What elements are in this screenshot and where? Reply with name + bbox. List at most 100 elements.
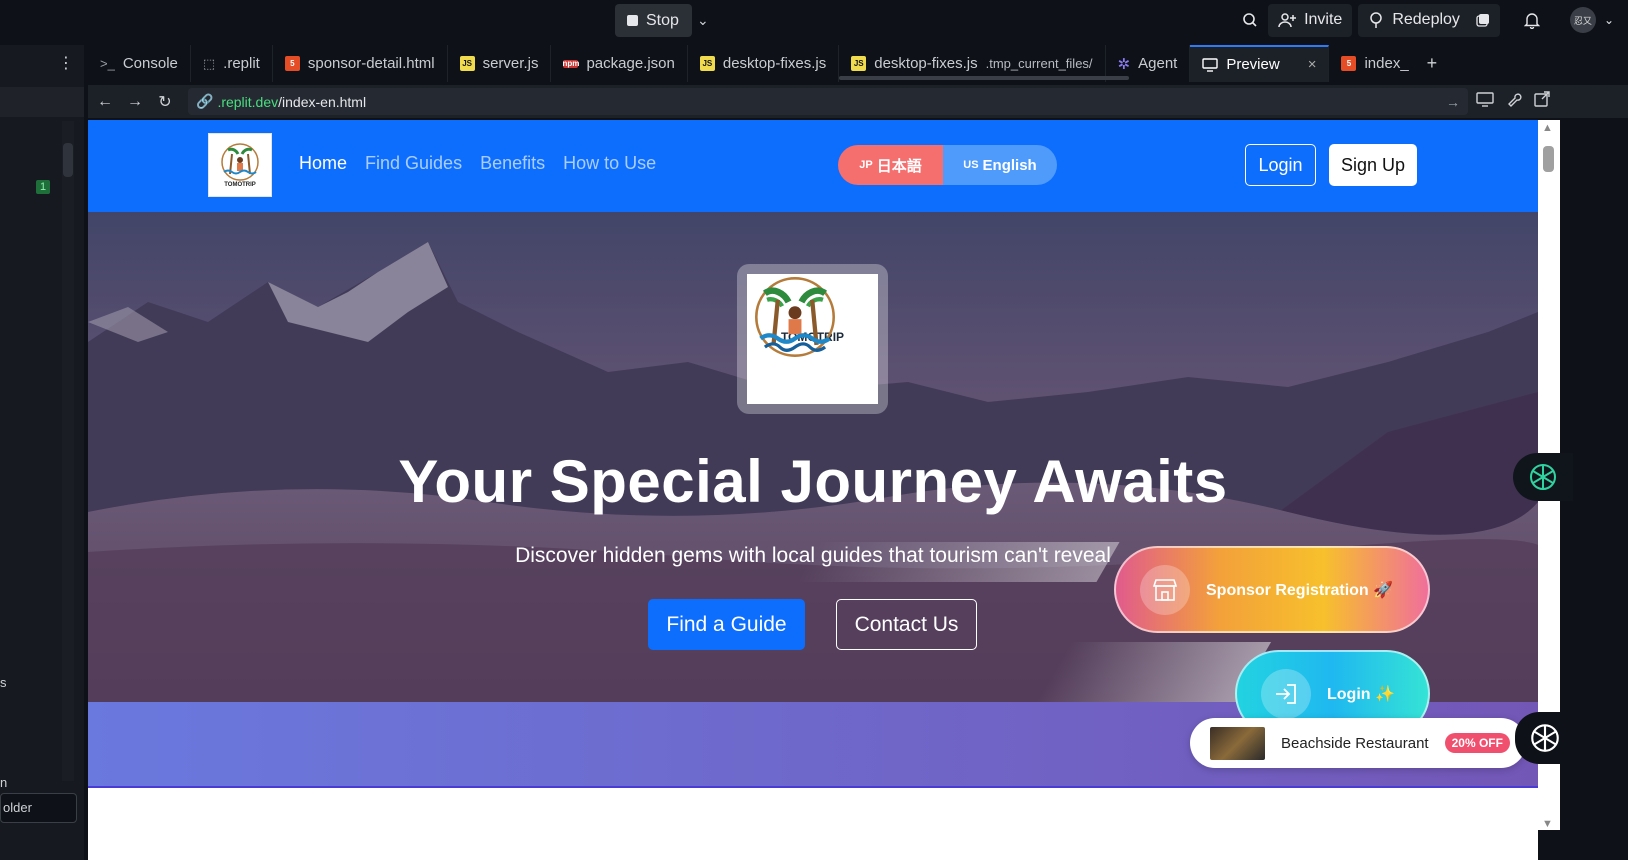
url-path: /index-en.html <box>278 93 367 110</box>
preview-urlbar: ← → ↻ 🔗 .replit.dev/index-en.html → <box>88 85 1628 118</box>
deploy-icon <box>1370 12 1383 28</box>
scroll-up-icon[interactable]: ▲ <box>1542 122 1553 134</box>
device-icon[interactable] <box>1476 91 1494 107</box>
external-link-icon[interactable] <box>1534 91 1550 107</box>
tab-replit[interactable]: ⬚ .replit <box>191 45 273 82</box>
wrench-icon[interactable] <box>1506 91 1522 107</box>
chatgpt-sidebar-button[interactable] <box>1513 453 1573 501</box>
lang-en-label: English <box>982 156 1037 174</box>
forward-icon[interactable]: → <box>120 93 150 111</box>
tab-scrollbar[interactable] <box>839 76 1130 80</box>
nav-benefits[interactable]: Benefits <box>480 153 545 174</box>
lang-english-button[interactable]: US English <box>943 145 1057 185</box>
openai-icon <box>1531 724 1559 752</box>
chevron-down-icon: ⌄ <box>1603 13 1614 27</box>
signup-button[interactable]: Sign Up <box>1329 144 1417 186</box>
redeploy-label: Redeploy <box>1392 11 1460 28</box>
us-flag-icon: US <box>963 159 979 171</box>
count-badge: 1 <box>36 180 50 194</box>
back-icon[interactable]: ← <box>90 93 120 111</box>
site-logo[interactable]: TOMOTRIP <box>208 133 272 197</box>
sponsor-label: Sponsor Registration 🚀 <box>1206 581 1394 599</box>
tab-label: desktop-fixes.js <box>722 55 827 72</box>
contact-us-button[interactable]: Contact Us <box>836 599 977 650</box>
palm-tree-logo-icon <box>221 143 259 181</box>
replit-file-icon: ⬚ <box>202 55 216 71</box>
hero-logo-frame: TOMOTRIP <box>737 264 888 414</box>
hero-logo: TOMOTRIP <box>747 274 878 404</box>
tab-label: Agent <box>1138 55 1178 72</box>
stop-button[interactable]: Stop <box>615 4 692 37</box>
tab-server-js[interactable]: JS server.js <box>448 45 552 82</box>
stop-label: Stop <box>646 11 679 29</box>
tab-label: Preview <box>1226 56 1280 73</box>
redeploy-button[interactable]: Redeploy <box>1358 3 1500 37</box>
add-tab-icon[interactable]: + <box>1427 53 1438 74</box>
link-icon: 🔗 <box>196 93 214 109</box>
login-button[interactable]: Login <box>1245 144 1316 186</box>
account-menu[interactable]: 忍又 ⌄ <box>1560 4 1624 37</box>
go-icon[interactable]: → <box>1446 94 1460 110</box>
tab-index[interactable]: 5 index_ <box>1329 45 1420 82</box>
close-icon[interactable]: × <box>1308 56 1317 73</box>
floating-login-label: Login ✨ <box>1327 685 1395 703</box>
folder-input[interactable]: older <box>0 793 77 823</box>
hero-title: Your Special Journey Awaits <box>398 448 1228 515</box>
nav-home[interactable]: Home <box>299 153 347 174</box>
tab-label: sponsor-detail.html <box>307 55 435 72</box>
workspace-topbar: Stop ⌄ Invite Redeploy 忍又 ⌄ <box>0 0 1628 40</box>
sign-in-icon <box>1261 668 1311 719</box>
sponsor-registration-button[interactable]: Sponsor Registration 🚀 <box>1114 546 1430 633</box>
find-guide-button[interactable]: Find a Guide <box>648 599 805 650</box>
notifications-button[interactable] <box>1514 4 1550 37</box>
editor-tabs: >_ Console ⬚ .replit 5 sponsor-detail.html … <box>88 45 1628 82</box>
restaurant-thumbnail <box>1210 726 1265 760</box>
monitor-icon <box>1202 57 1219 72</box>
discount-badge: 20% OFF <box>1444 733 1510 753</box>
reload-icon[interactable]: ↻ <box>150 92 180 112</box>
bell-icon <box>1523 12 1540 29</box>
url-host: .replit.dev <box>217 93 279 110</box>
sponsor-promo-card[interactable]: Beachside Restaurant 20% OFF <box>1190 718 1526 768</box>
tab-label: Console <box>122 55 178 72</box>
tab-label: .replit <box>223 55 260 72</box>
tab-sponsor-detail[interactable]: 5 sponsor-detail.html <box>273 45 448 82</box>
panel-header <box>0 87 84 117</box>
more-icon[interactable]: ⋮ <box>58 53 74 73</box>
json-file-icon: npm <box>562 59 580 68</box>
panel-scrollbar[interactable] <box>62 121 74 781</box>
js-file-icon: JS <box>459 56 475 71</box>
url-input[interactable]: 🔗 .replit.dev/index-en.html → <box>188 88 1468 115</box>
file-panel: ⋮ 1 s n older <box>0 45 84 860</box>
js-file-icon: JS <box>851 56 867 71</box>
preview-viewport: TOMOTRIP Home Find Guides Benefits How t… <box>88 120 1538 860</box>
search-icon <box>1243 13 1257 27</box>
tab-console[interactable]: >_ Console <box>88 45 191 82</box>
tab-package-json[interactable]: npm package.json <box>551 45 688 82</box>
openai-icon <box>1530 464 1556 490</box>
search-button[interactable] <box>1232 4 1268 37</box>
invite-button[interactable]: Invite <box>1268 3 1353 37</box>
tab-desktop-fixes-tmp[interactable]: JS desktop-fixes.js .tmp_current_files/ <box>839 45 1130 82</box>
lang-japanese-button[interactable]: JP 日本語 <box>838 145 943 185</box>
scrollbar-thumb[interactable] <box>1543 146 1554 172</box>
add-user-icon <box>1278 13 1297 28</box>
language-switcher: JP 日本語 US English <box>838 145 1057 185</box>
tab-label: desktop-fixes.js <box>874 55 978 72</box>
nav-how-to-use[interactable]: How to Use <box>563 153 656 174</box>
terminal-icon: >_ <box>100 56 115 71</box>
agent-icon: ✲ <box>1117 55 1131 73</box>
tab-label: server.js <box>482 55 539 72</box>
store-icon <box>1140 564 1190 615</box>
lang-jp-label: 日本語 <box>876 157 922 175</box>
nav-find-guides[interactable]: Find Guides <box>365 153 462 174</box>
chatgpt-sidebar-button-secondary[interactable] <box>1515 712 1575 764</box>
site-nav-links: Home Find Guides Benefits How to Use <box>299 153 656 174</box>
chevron-down-icon[interactable]: ⌄ <box>697 12 709 29</box>
palm-tree-logo-icon <box>755 277 835 357</box>
tab-desktop-fixes[interactable]: JS desktop-fixes.js <box>688 45 840 82</box>
promo-name: Beachside Restaurant <box>1281 734 1429 752</box>
copy-icon <box>1476 14 1489 27</box>
scroll-down-icon[interactable]: ▼ <box>1542 818 1553 830</box>
tab-preview[interactable]: Preview × <box>1190 45 1330 82</box>
